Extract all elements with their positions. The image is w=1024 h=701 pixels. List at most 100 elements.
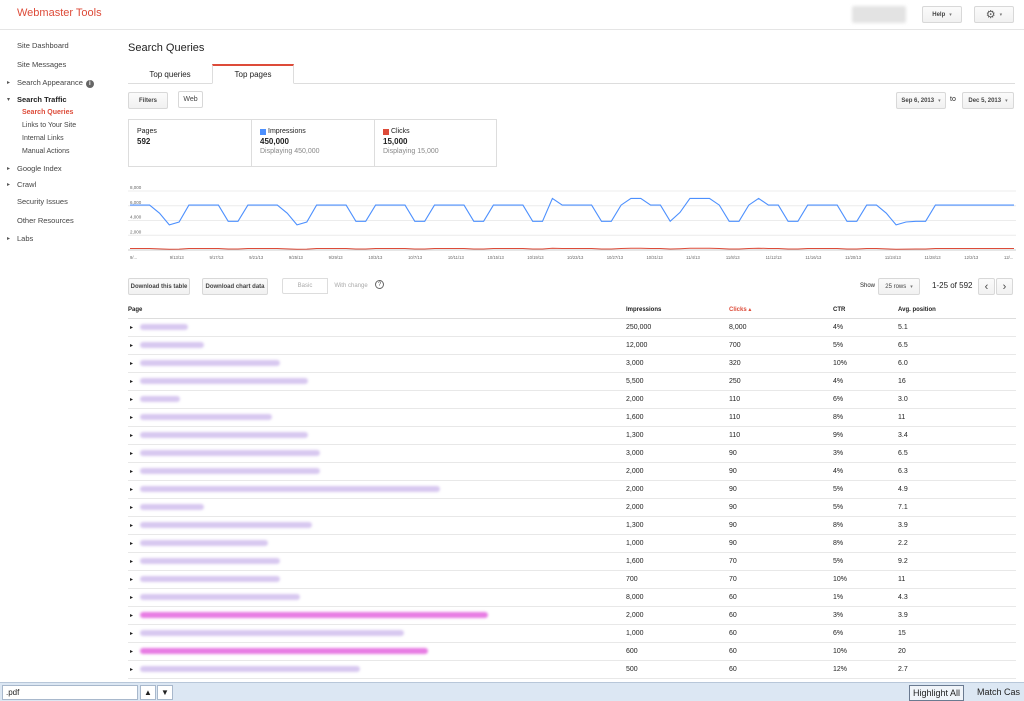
clicks-series-line[interactable] [130, 247, 1014, 250]
expand-row-icon[interactable]: ▸ [130, 378, 140, 385]
expand-row-icon[interactable]: ▸ [130, 558, 140, 565]
page-cell[interactable]: ▸ [128, 552, 626, 571]
expand-row-icon[interactable]: ▸ [130, 576, 140, 583]
sidebar-item-manual-actions[interactable]: Manual Actions [22, 148, 69, 155]
expand-arrow-icon[interactable]: ▸ [7, 79, 10, 86]
table-row[interactable]: ▸ 600 60 10% 20 [128, 642, 1016, 661]
page-url-link[interactable] [140, 557, 280, 564]
table-row[interactable]: ▸ 1,300 110 9% 3.4 [128, 426, 1016, 445]
expand-row-icon[interactable]: ▸ [130, 540, 140, 547]
expand-row-icon[interactable]: ▸ [130, 414, 140, 421]
page-url-link[interactable] [140, 485, 440, 492]
sidebar-item-site-dashboard[interactable]: Site Dashboard [17, 41, 69, 50]
expand-arrow-icon[interactable]: ▸ [7, 181, 10, 188]
sidebar-item-search-traffic[interactable]: Search Traffic [17, 95, 67, 104]
expand-row-icon[interactable]: ▸ [130, 450, 140, 457]
page-url-link[interactable] [140, 413, 272, 420]
page-url-link[interactable] [140, 359, 280, 366]
table-row[interactable]: ▸ 500 60 12% 2.7 [128, 660, 1016, 679]
page-cell[interactable]: ▸ [128, 498, 626, 517]
table-row[interactable]: ▸ 1,000 60 6% 15 [128, 624, 1016, 643]
page-url-link[interactable] [140, 593, 300, 600]
search-type-web-button[interactable]: Web [178, 91, 203, 108]
find-next-button[interactable]: ▼ [157, 685, 173, 700]
expand-row-icon[interactable]: ▸ [130, 396, 140, 403]
expand-arrow-icon[interactable]: ▸ [7, 165, 10, 172]
expand-row-icon[interactable]: ▸ [130, 324, 140, 331]
help-button[interactable]: Help ▾ [922, 6, 962, 23]
page-url-link[interactable] [140, 467, 320, 474]
page-cell[interactable]: ▸ [128, 534, 626, 553]
expand-row-icon[interactable]: ▸ [130, 612, 140, 619]
expand-row-icon[interactable]: ▸ [130, 594, 140, 601]
page-url-link[interactable] [140, 665, 360, 672]
download-chart-button[interactable]: Download chart data [202, 278, 268, 295]
page-cell[interactable]: ▸ [128, 318, 626, 337]
page-cell[interactable]: ▸ [128, 336, 626, 355]
page-cell[interactable]: ▸ [128, 570, 626, 589]
expand-row-icon[interactable]: ▸ [130, 468, 140, 475]
expand-row-icon[interactable]: ▸ [130, 522, 140, 529]
expand-row-icon[interactable]: ▸ [130, 504, 140, 511]
sidebar-item-google-index[interactable]: Google Index [17, 164, 62, 173]
table-row[interactable]: ▸ 3,000 90 3% 6.5 [128, 444, 1016, 463]
table-row[interactable]: ▸ 2,000 90 4% 6.3 [128, 462, 1016, 481]
table-row[interactable]: ▸ 1,300 90 8% 3.9 [128, 516, 1016, 535]
table-row[interactable]: ▸ 250,000 8,000 4% 5.1 [128, 318, 1016, 337]
page-url-link[interactable] [140, 521, 312, 528]
table-row[interactable]: ▸ 2,000 60 3% 3.9 [128, 606, 1016, 625]
table-row[interactable]: ▸ 700 70 10% 11 [128, 570, 1016, 589]
page-url-link[interactable] [140, 431, 308, 438]
sidebar-item-search-queries[interactable]: Search Queries [22, 109, 73, 116]
collapse-arrow-icon[interactable]: ▾ [7, 96, 10, 103]
page-cell[interactable]: ▸ [128, 588, 626, 607]
page-url-link[interactable] [140, 575, 280, 582]
page-cell[interactable]: ▸ [128, 642, 626, 661]
page-cell[interactable]: ▸ [128, 516, 626, 535]
table-row[interactable]: ▸ 8,000 60 1% 4.3 [128, 588, 1016, 607]
match-case-toggle[interactable]: Match Cas [974, 685, 1023, 701]
filters-button[interactable]: Filters [128, 92, 168, 109]
page-url-link[interactable] [140, 629, 404, 636]
view-with-change-button[interactable]: With change [328, 278, 374, 294]
page-url-link[interactable] [140, 503, 204, 510]
sidebar-item-site-messages[interactable]: Site Messages [17, 60, 66, 69]
table-row[interactable]: ▸ 2,000 90 5% 7.1 [128, 498, 1016, 517]
metric-clicks[interactable]: Clicks 15,000 Displaying 15,000 [375, 120, 498, 166]
page-url-link[interactable] [140, 377, 308, 384]
settings-button[interactable]: ⚙ ▾ [974, 6, 1014, 23]
tab-top-queries[interactable]: Top queries [128, 64, 212, 84]
expand-row-icon[interactable]: ▸ [130, 342, 140, 349]
date-to-dropdown[interactable]: Dec 5, 2013 ▾ [962, 92, 1014, 109]
sidebar-item-security-issues[interactable]: Security Issues [17, 197, 68, 206]
highlight-all-toggle[interactable]: Highlight All [909, 685, 965, 701]
impressions-clicks-chart[interactable]: 8,000 6,000 4,000 2,000 9/... 9/13/13 9/17/13 9… [128, 176, 1016, 264]
sidebar-item-internal-links[interactable]: Internal Links [22, 135, 64, 142]
page-url-link[interactable] [140, 611, 488, 618]
download-table-button[interactable]: Download this table [128, 278, 190, 295]
expand-row-icon[interactable]: ▸ [130, 360, 140, 367]
sidebar-item-links-to-your-site[interactable]: Links to Your Site [22, 122, 76, 129]
next-page-button[interactable]: › [996, 278, 1013, 295]
view-basic-button[interactable]: Basic [282, 278, 328, 294]
rows-per-page-select[interactable]: 25 rows ▾ [878, 278, 920, 295]
sidebar-item-search-appearance[interactable]: Search Appearance i [17, 78, 94, 88]
page-cell[interactable]: ▸ [128, 372, 626, 391]
find-previous-button[interactable]: ▲ [140, 685, 156, 700]
account-switcher[interactable] [852, 6, 906, 23]
page-url-link[interactable] [140, 539, 268, 546]
table-row[interactable]: ▸ 1,600 110 8% 11 [128, 408, 1016, 427]
column-header-avg-position[interactable]: Avg. position [898, 302, 1016, 319]
page-cell[interactable]: ▸ [128, 480, 626, 499]
page-cell[interactable]: ▸ [128, 462, 626, 481]
column-header-impressions[interactable]: Impressions [626, 302, 729, 319]
info-icon[interactable]: i [85, 80, 94, 88]
sidebar-item-other-resources[interactable]: Other Resources [17, 216, 74, 225]
prev-page-button[interactable]: ‹ [978, 278, 995, 295]
expand-row-icon[interactable]: ▸ [130, 432, 140, 439]
page-url-link[interactable] [140, 395, 180, 402]
find-input[interactable]: .pdf [2, 685, 138, 700]
page-cell[interactable]: ▸ [128, 390, 626, 409]
page-cell[interactable]: ▸ [128, 660, 626, 679]
table-row[interactable]: ▸ 3,000 320 10% 6.0 [128, 354, 1016, 373]
